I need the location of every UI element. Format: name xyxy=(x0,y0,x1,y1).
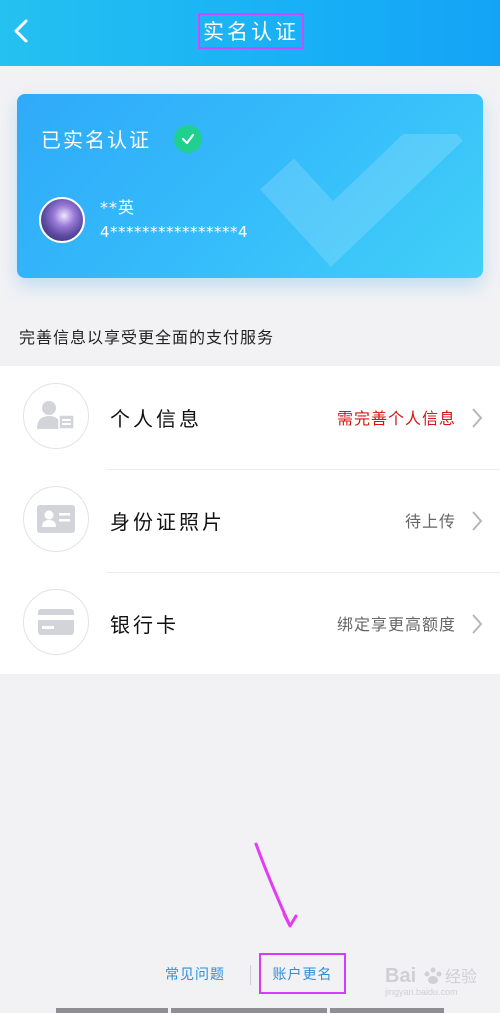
page-title: 实名认证 xyxy=(198,13,304,49)
row-status-id-photo: 待上传 xyxy=(404,512,456,531)
paw-icon xyxy=(424,967,442,984)
masked-id-number: 4****************4 xyxy=(100,223,249,241)
row-personal-info[interactable]: 个人信息 需完善个人信息 xyxy=(0,366,500,469)
masked-name: **英 xyxy=(100,198,136,217)
verified-status-text: 已实名认证 xyxy=(41,128,151,152)
row-status-personal-info: 需完善个人信息 xyxy=(336,409,456,428)
row-status-bank-card: 绑定享更高额度 xyxy=(336,615,456,634)
chevron-right-icon xyxy=(472,614,483,634)
header-bar: 实名认证 xyxy=(0,0,500,66)
chevron-right-icon xyxy=(472,511,483,531)
row-bank-card[interactable]: 银行卡 绑定享更高额度 xyxy=(0,572,500,675)
watermark-url: jingyan.baidu.com xyxy=(385,987,458,997)
bottom-progress-bar xyxy=(56,1008,444,1013)
row-label-personal-info: 个人信息 xyxy=(110,407,202,431)
back-arrow-icon xyxy=(14,19,28,43)
watermark-brand: Bai xyxy=(385,965,416,987)
avatar xyxy=(39,197,85,243)
row-label-bank-card: 银行卡 xyxy=(110,613,179,637)
footer-divider xyxy=(250,965,251,985)
row-label-id-photo: 身份证照片 xyxy=(110,510,225,534)
watermark-brand2: 经验 xyxy=(445,967,477,986)
info-hint: 完善信息以享受更全面的支付服务 xyxy=(19,328,275,347)
verification-card: 已实名认证 **英 4****************4 xyxy=(17,94,483,278)
annotation-arrow-icon xyxy=(254,842,298,928)
faq-link[interactable]: 常见问题 xyxy=(165,964,225,984)
checkmark-watermark-icon xyxy=(260,134,463,267)
verified-check-icon xyxy=(174,125,202,153)
baidu-watermark: Bai 经验 jingyan.baidu.com xyxy=(384,958,497,1002)
bank-card-icon xyxy=(23,589,89,655)
back-button[interactable] xyxy=(6,14,42,50)
info-list: 个人信息 需完善个人信息 身份证照片 待上传 银行卡 绑定享更高额度 xyxy=(0,366,500,674)
account-rename-link[interactable]: 账户更名 xyxy=(259,953,346,994)
chevron-right-icon xyxy=(472,408,483,428)
row-id-photo[interactable]: 身份证照片 待上传 xyxy=(0,469,500,572)
id-card-icon xyxy=(23,486,89,552)
person-card-icon xyxy=(23,383,89,449)
